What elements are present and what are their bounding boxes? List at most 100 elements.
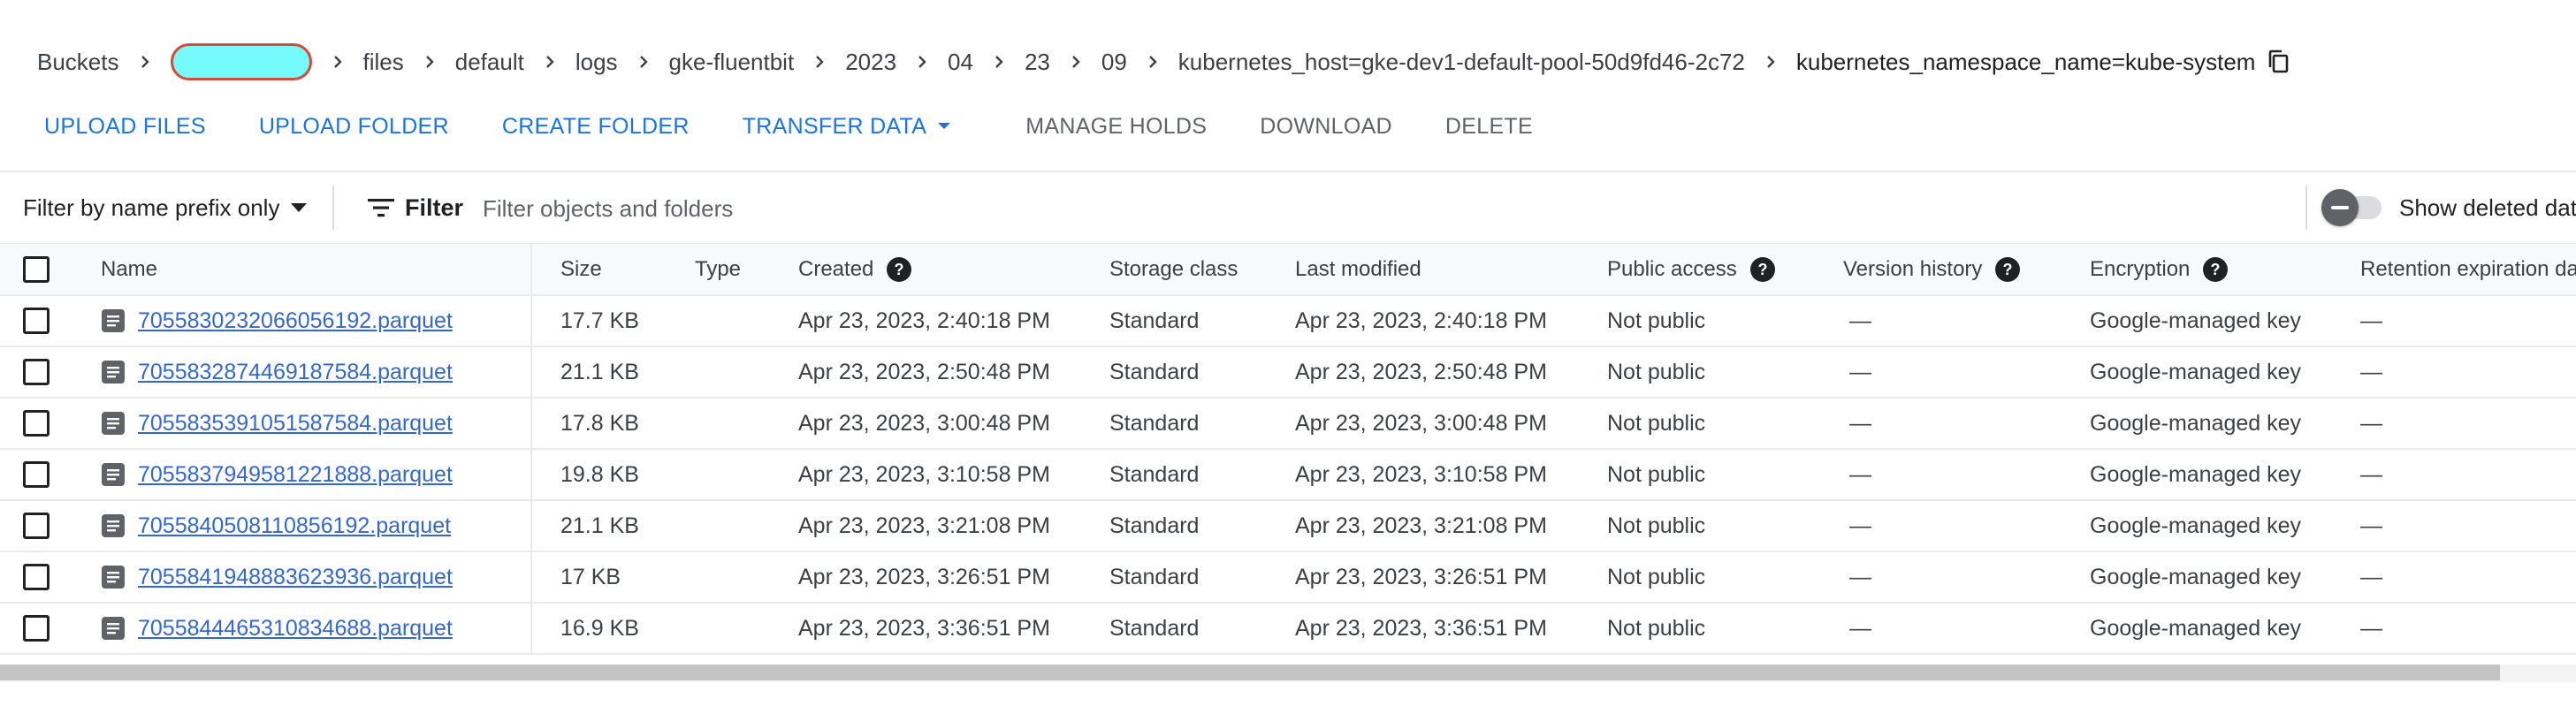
file-name-link[interactable]: 7055841948883623936.parquet	[138, 565, 453, 590]
file-name-link[interactable]: 7055835391051587584.parquet	[138, 411, 453, 437]
cell-last-modified: Apr 23, 2023, 2:50:48 PM	[1295, 359, 1547, 384]
cell-version-history: —	[1849, 513, 1871, 538]
svg-text:?: ?	[1757, 261, 1767, 278]
breadcrumb-default[interactable]: default	[455, 49, 524, 76]
breadcrumb-year[interactable]: 2023	[845, 49, 896, 76]
manage-holds-button[interactable]: MANAGE HOLDS	[999, 104, 1233, 148]
column-header-name[interactable]: Name	[101, 244, 157, 294]
breadcrumb-gke-fluentbit[interactable]: gke-fluentbit	[669, 49, 795, 76]
filter-icon	[368, 199, 394, 217]
cell-size: 17.7 KB	[560, 308, 639, 333]
divider	[2305, 186, 2307, 230]
table-row[interactable]: 7055830232066056192.parquet 17.7 KB Apr 23…	[0, 296, 2576, 347]
column-header-storage-class[interactable]: Storage class	[1109, 244, 1238, 294]
toggle-off-icon	[2321, 189, 2359, 226]
upload-folder-button[interactable]: UPLOAD FOLDER	[232, 104, 476, 148]
cell-retention: —	[2360, 513, 2382, 538]
breadcrumb: Buckets files default logs gke-fluentbit…	[37, 37, 2290, 87]
delete-button[interactable]: DELETE	[1419, 104, 1559, 148]
breadcrumb-day[interactable]: 23	[1025, 49, 1050, 76]
chevron-right-icon	[411, 44, 448, 80]
horizontal-scrollbar[interactable]	[0, 665, 2576, 682]
file-name-link[interactable]: 7055837949581221888.parquet	[138, 462, 453, 488]
show-deleted-label: Show deleted data	[2399, 194, 2576, 221]
copy-icon[interactable]	[2266, 49, 2290, 75]
row-checkbox[interactable]	[23, 564, 50, 590]
column-header-version-history[interactable]: Version history ?	[1843, 244, 2021, 294]
cell-storage-class: Standard	[1109, 410, 1200, 436]
chevron-right-icon	[801, 44, 838, 80]
table-row[interactable]: 7055844465310834688.parquet 16.9 KB Apr 23…	[0, 604, 2576, 655]
cell-encryption: Google-managed key	[2090, 564, 2302, 589]
cell-created: Apr 23, 2023, 3:10:58 PM	[798, 461, 1050, 487]
breadcrumb-files[interactable]: files	[363, 49, 404, 76]
help-icon[interactable]: ?	[1994, 256, 2021, 283]
column-header-retention[interactable]: Retention expiration date	[2360, 244, 2576, 294]
chevron-right-icon	[980, 44, 1017, 80]
filter-prefix-select[interactable]: Filter by name prefix only	[23, 173, 308, 242]
table-row[interactable]: 7055832874469187584.parquet 21.1 KB Apr 23…	[0, 347, 2576, 399]
help-icon[interactable]: ?	[2202, 256, 2229, 283]
filter-button[interactable]: Filter	[368, 173, 463, 242]
cell-size: 17 KB	[560, 564, 621, 589]
scrollbar-thumb[interactable]	[0, 665, 2500, 680]
cell-storage-class: Standard	[1109, 359, 1200, 384]
breadcrumb-logs[interactable]: logs	[575, 49, 618, 76]
cell-size: 16.9 KB	[560, 615, 639, 641]
file-name-link[interactable]: 7055840508110856192.parquet	[138, 513, 451, 539]
table-row[interactable]: 7055835391051587584.parquet 17.8 KB Apr 23…	[0, 399, 2576, 450]
file-icon	[101, 308, 126, 333]
column-header-size[interactable]: Size	[560, 244, 602, 294]
cell-name: 7055837949581221888.parquet	[101, 450, 453, 499]
table-row[interactable]: 7055837949581221888.parquet 19.8 KB Apr 23…	[0, 450, 2576, 501]
file-name-link[interactable]: 7055830232066056192.parquet	[138, 308, 453, 334]
upload-files-button[interactable]: UPLOAD FILES	[18, 104, 232, 148]
cell-retention: —	[2360, 564, 2382, 589]
create-folder-button[interactable]: CREATE FOLDER	[476, 104, 716, 148]
column-header-encryption[interactable]: Encryption ?	[2090, 244, 2229, 294]
file-icon	[101, 360, 126, 384]
table-row[interactable]: 7055840508110856192.parquet 21.1 KB Apr 23…	[0, 501, 2576, 552]
bucket-browser-page: Buckets files default logs gke-fluentbit…	[0, 0, 2576, 714]
breadcrumb-month[interactable]: 04	[948, 49, 973, 76]
cell-created: Apr 23, 2023, 3:26:51 PM	[798, 564, 1050, 589]
breadcrumb-buckets[interactable]: Buckets	[37, 49, 119, 76]
row-checkbox[interactable]	[23, 513, 50, 539]
breadcrumb-kubernetes-host[interactable]: kubernetes_host=gke-dev1-default-pool-50…	[1178, 49, 1745, 76]
row-checkbox[interactable]	[23, 461, 50, 488]
cell-storage-class: Standard	[1109, 513, 1200, 538]
column-header-last-modified[interactable]: Last modified	[1295, 244, 1421, 294]
redacted-bucket-name[interactable]	[170, 43, 312, 80]
cell-size: 17.8 KB	[560, 410, 639, 436]
column-header-public-access[interactable]: Public access ?	[1607, 244, 1776, 294]
row-checkbox[interactable]	[23, 615, 50, 642]
column-header-version-history-label: Version history	[1843, 256, 1983, 281]
cell-storage-class: Standard	[1109, 308, 1200, 333]
file-name-link[interactable]: 7055832874469187584.parquet	[138, 360, 453, 385]
row-checkbox[interactable]	[23, 359, 50, 385]
breadcrumb-hour[interactable]: 09	[1101, 49, 1127, 76]
file-icon	[101, 616, 126, 641]
help-icon[interactable]: ?	[886, 256, 912, 283]
cell-public-access: Not public	[1607, 564, 1706, 589]
cell-encryption: Google-managed key	[2090, 461, 2302, 487]
objects-table: Name Size Type Created ? Storage class L…	[0, 243, 2576, 655]
filter-input[interactable]	[481, 190, 1810, 227]
row-checkbox[interactable]	[23, 410, 50, 437]
download-button[interactable]: DOWNLOAD	[1233, 104, 1419, 148]
table-row[interactable]: 7055841948883623936.parquet 17 KB Apr 23, …	[0, 552, 2576, 604]
cell-encryption: Google-managed key	[2090, 513, 2302, 538]
divider	[0, 171, 2576, 172]
column-header-created[interactable]: Created ?	[798, 244, 912, 294]
cell-created: Apr 23, 2023, 3:36:51 PM	[798, 615, 1050, 641]
row-checkbox[interactable]	[23, 308, 50, 334]
select-all-checkbox[interactable]	[23, 255, 50, 283]
transfer-data-button[interactable]: TRANSFER DATA	[716, 104, 979, 148]
column-header-type[interactable]: Type	[695, 244, 741, 294]
show-deleted-toggle[interactable]	[2321, 189, 2383, 226]
column-divider	[530, 296, 532, 346]
cell-size: 21.1 KB	[560, 359, 639, 384]
file-name-link[interactable]: 7055844465310834688.parquet	[138, 616, 453, 642]
help-icon[interactable]: ?	[1749, 256, 1776, 283]
cell-storage-class: Standard	[1109, 564, 1200, 589]
